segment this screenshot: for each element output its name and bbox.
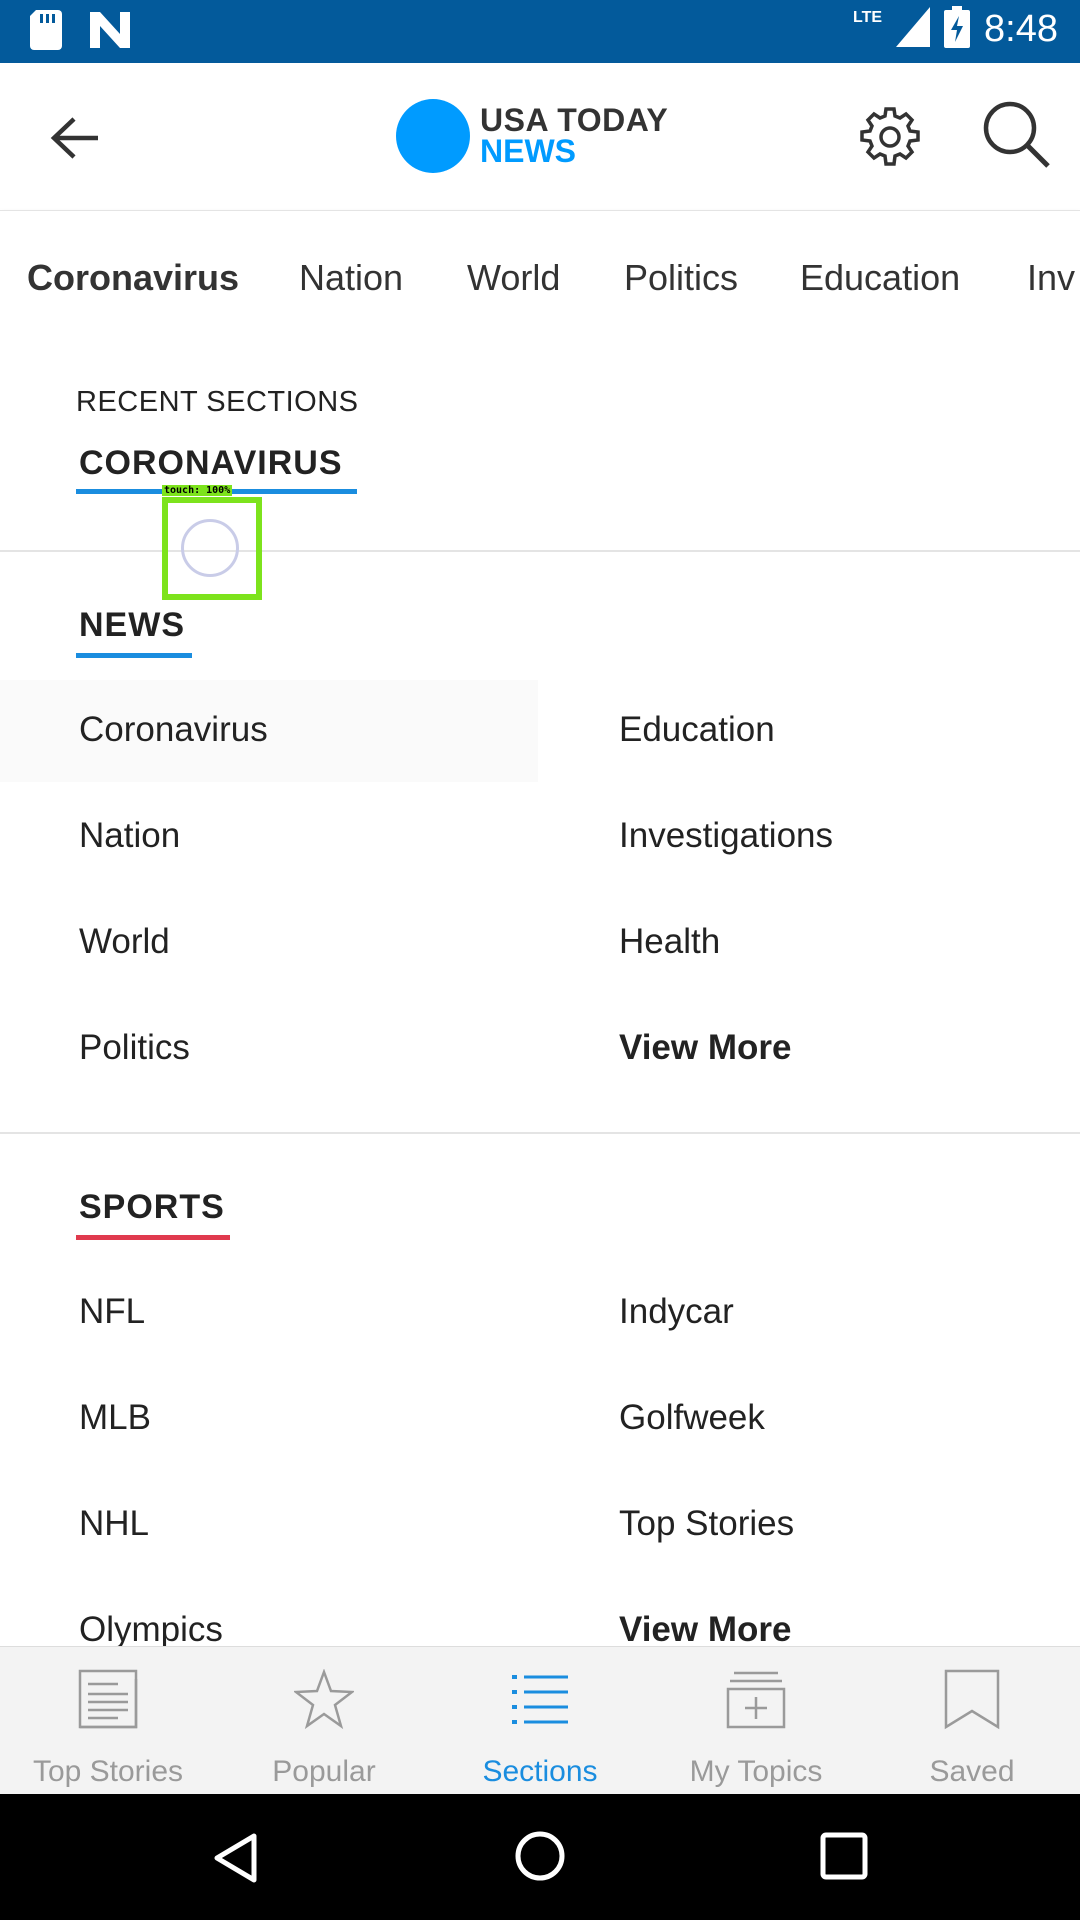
- sports-link-nfl[interactable]: NFL: [79, 1292, 145, 1332]
- network-type: LTE: [853, 8, 883, 26]
- sports-view-more-link[interactable]: View More: [619, 1610, 791, 1646]
- news-underline: [76, 653, 192, 658]
- back-arrow-icon: [50, 117, 98, 159]
- logo-title: USA TODAY: [480, 102, 669, 138]
- nav-label: My Topics: [689, 1755, 823, 1788]
- divider: [0, 1132, 1080, 1134]
- signal-icon: [896, 7, 931, 52]
- app-header: USA TODAY NEWS: [0, 63, 1080, 210]
- nav-top-stories[interactable]: Top Stories: [0, 1647, 216, 1795]
- status-bar: LTE 8:48: [0, 0, 1080, 63]
- star-icon: [294, 1669, 354, 1730]
- tab-education[interactable]: Education: [800, 257, 960, 299]
- back-triangle-icon[interactable]: [212, 1832, 260, 1884]
- news-link-education[interactable]: Education: [619, 710, 775, 750]
- nav-my-topics[interactable]: My Topics: [648, 1647, 864, 1795]
- sports-link-indycar[interactable]: Indycar: [619, 1292, 734, 1332]
- nav-saved[interactable]: Saved: [864, 1647, 1080, 1795]
- nav-label: Sections: [482, 1755, 598, 1788]
- tab-nation[interactable]: Nation: [299, 257, 403, 299]
- news-link-coronavirus[interactable]: Coronavirus: [79, 710, 268, 750]
- touch-indicator-circle: [181, 519, 239, 577]
- tab-politics[interactable]: Politics: [624, 257, 738, 299]
- news-link-health[interactable]: Health: [619, 922, 720, 962]
- gear-icon: [860, 107, 920, 166]
- sports-section-title[interactable]: SPORTS: [79, 1188, 225, 1227]
- battery-charging-icon: [944, 6, 971, 53]
- news-link-nation[interactable]: Nation: [79, 816, 180, 856]
- list-icon: [512, 1675, 568, 1724]
- app-logo: USA TODAY NEWS: [396, 99, 668, 173]
- sports-link-nhl[interactable]: NHL: [79, 1504, 149, 1544]
- tab-coronavirus[interactable]: Coronavirus: [27, 257, 239, 299]
- touch-indicator-label: touch: 100%: [162, 485, 233, 496]
- search-icon: [983, 101, 1050, 168]
- section-tabs: Coronavirus Nation World Politics Educat…: [0, 210, 1080, 344]
- news-view-more-link[interactable]: View More: [619, 1028, 791, 1068]
- logo-circle-icon: [396, 99, 470, 173]
- newspaper-icon: [78, 1669, 138, 1729]
- search-button[interactable]: [980, 99, 1054, 173]
- bookmark-icon: [944, 1669, 1000, 1730]
- nav-label: Saved: [929, 1755, 1015, 1788]
- news-link-world[interactable]: World: [79, 922, 170, 962]
- settings-button[interactable]: [855, 103, 925, 173]
- n-notification-icon: [90, 12, 130, 53]
- nav-sections[interactable]: Sections: [432, 1647, 648, 1795]
- bottom-navigation: Top Stories Popular Sections My Topics S…: [0, 1646, 1080, 1794]
- sports-link-golfweek[interactable]: Golfweek: [619, 1398, 765, 1438]
- tab-world[interactable]: World: [467, 257, 560, 299]
- recent-sections-label: RECENT SECTIONS: [76, 386, 359, 418]
- sports-link-top-stories[interactable]: Top Stories: [619, 1504, 794, 1544]
- sd-card-icon: [30, 10, 62, 55]
- recent-section-coronavirus[interactable]: CORONAVIRUS: [79, 444, 343, 483]
- back-button[interactable]: [40, 103, 110, 173]
- android-navigation-bar: [0, 1794, 1080, 1920]
- home-circle-icon[interactable]: [514, 1830, 566, 1882]
- logo-subtitle: NEWS: [480, 133, 576, 169]
- news-section-title[interactable]: NEWS: [79, 606, 185, 645]
- status-time: 8:48: [984, 8, 1058, 50]
- nav-label: Popular: [272, 1755, 376, 1788]
- sports-underline: [76, 1235, 230, 1240]
- tab-investigations[interactable]: Inv: [1027, 257, 1075, 299]
- sports-link-olympics[interactable]: Olympics: [79, 1610, 223, 1646]
- sports-link-mlb[interactable]: MLB: [79, 1398, 151, 1438]
- nav-popular[interactable]: Popular: [216, 1647, 432, 1795]
- recents-square-icon[interactable]: [820, 1832, 868, 1880]
- add-topic-icon: [726, 1671, 786, 1729]
- nav-label: Top Stories: [32, 1755, 184, 1788]
- news-link-investigations[interactable]: Investigations: [619, 816, 833, 856]
- news-link-politics[interactable]: Politics: [79, 1028, 190, 1068]
